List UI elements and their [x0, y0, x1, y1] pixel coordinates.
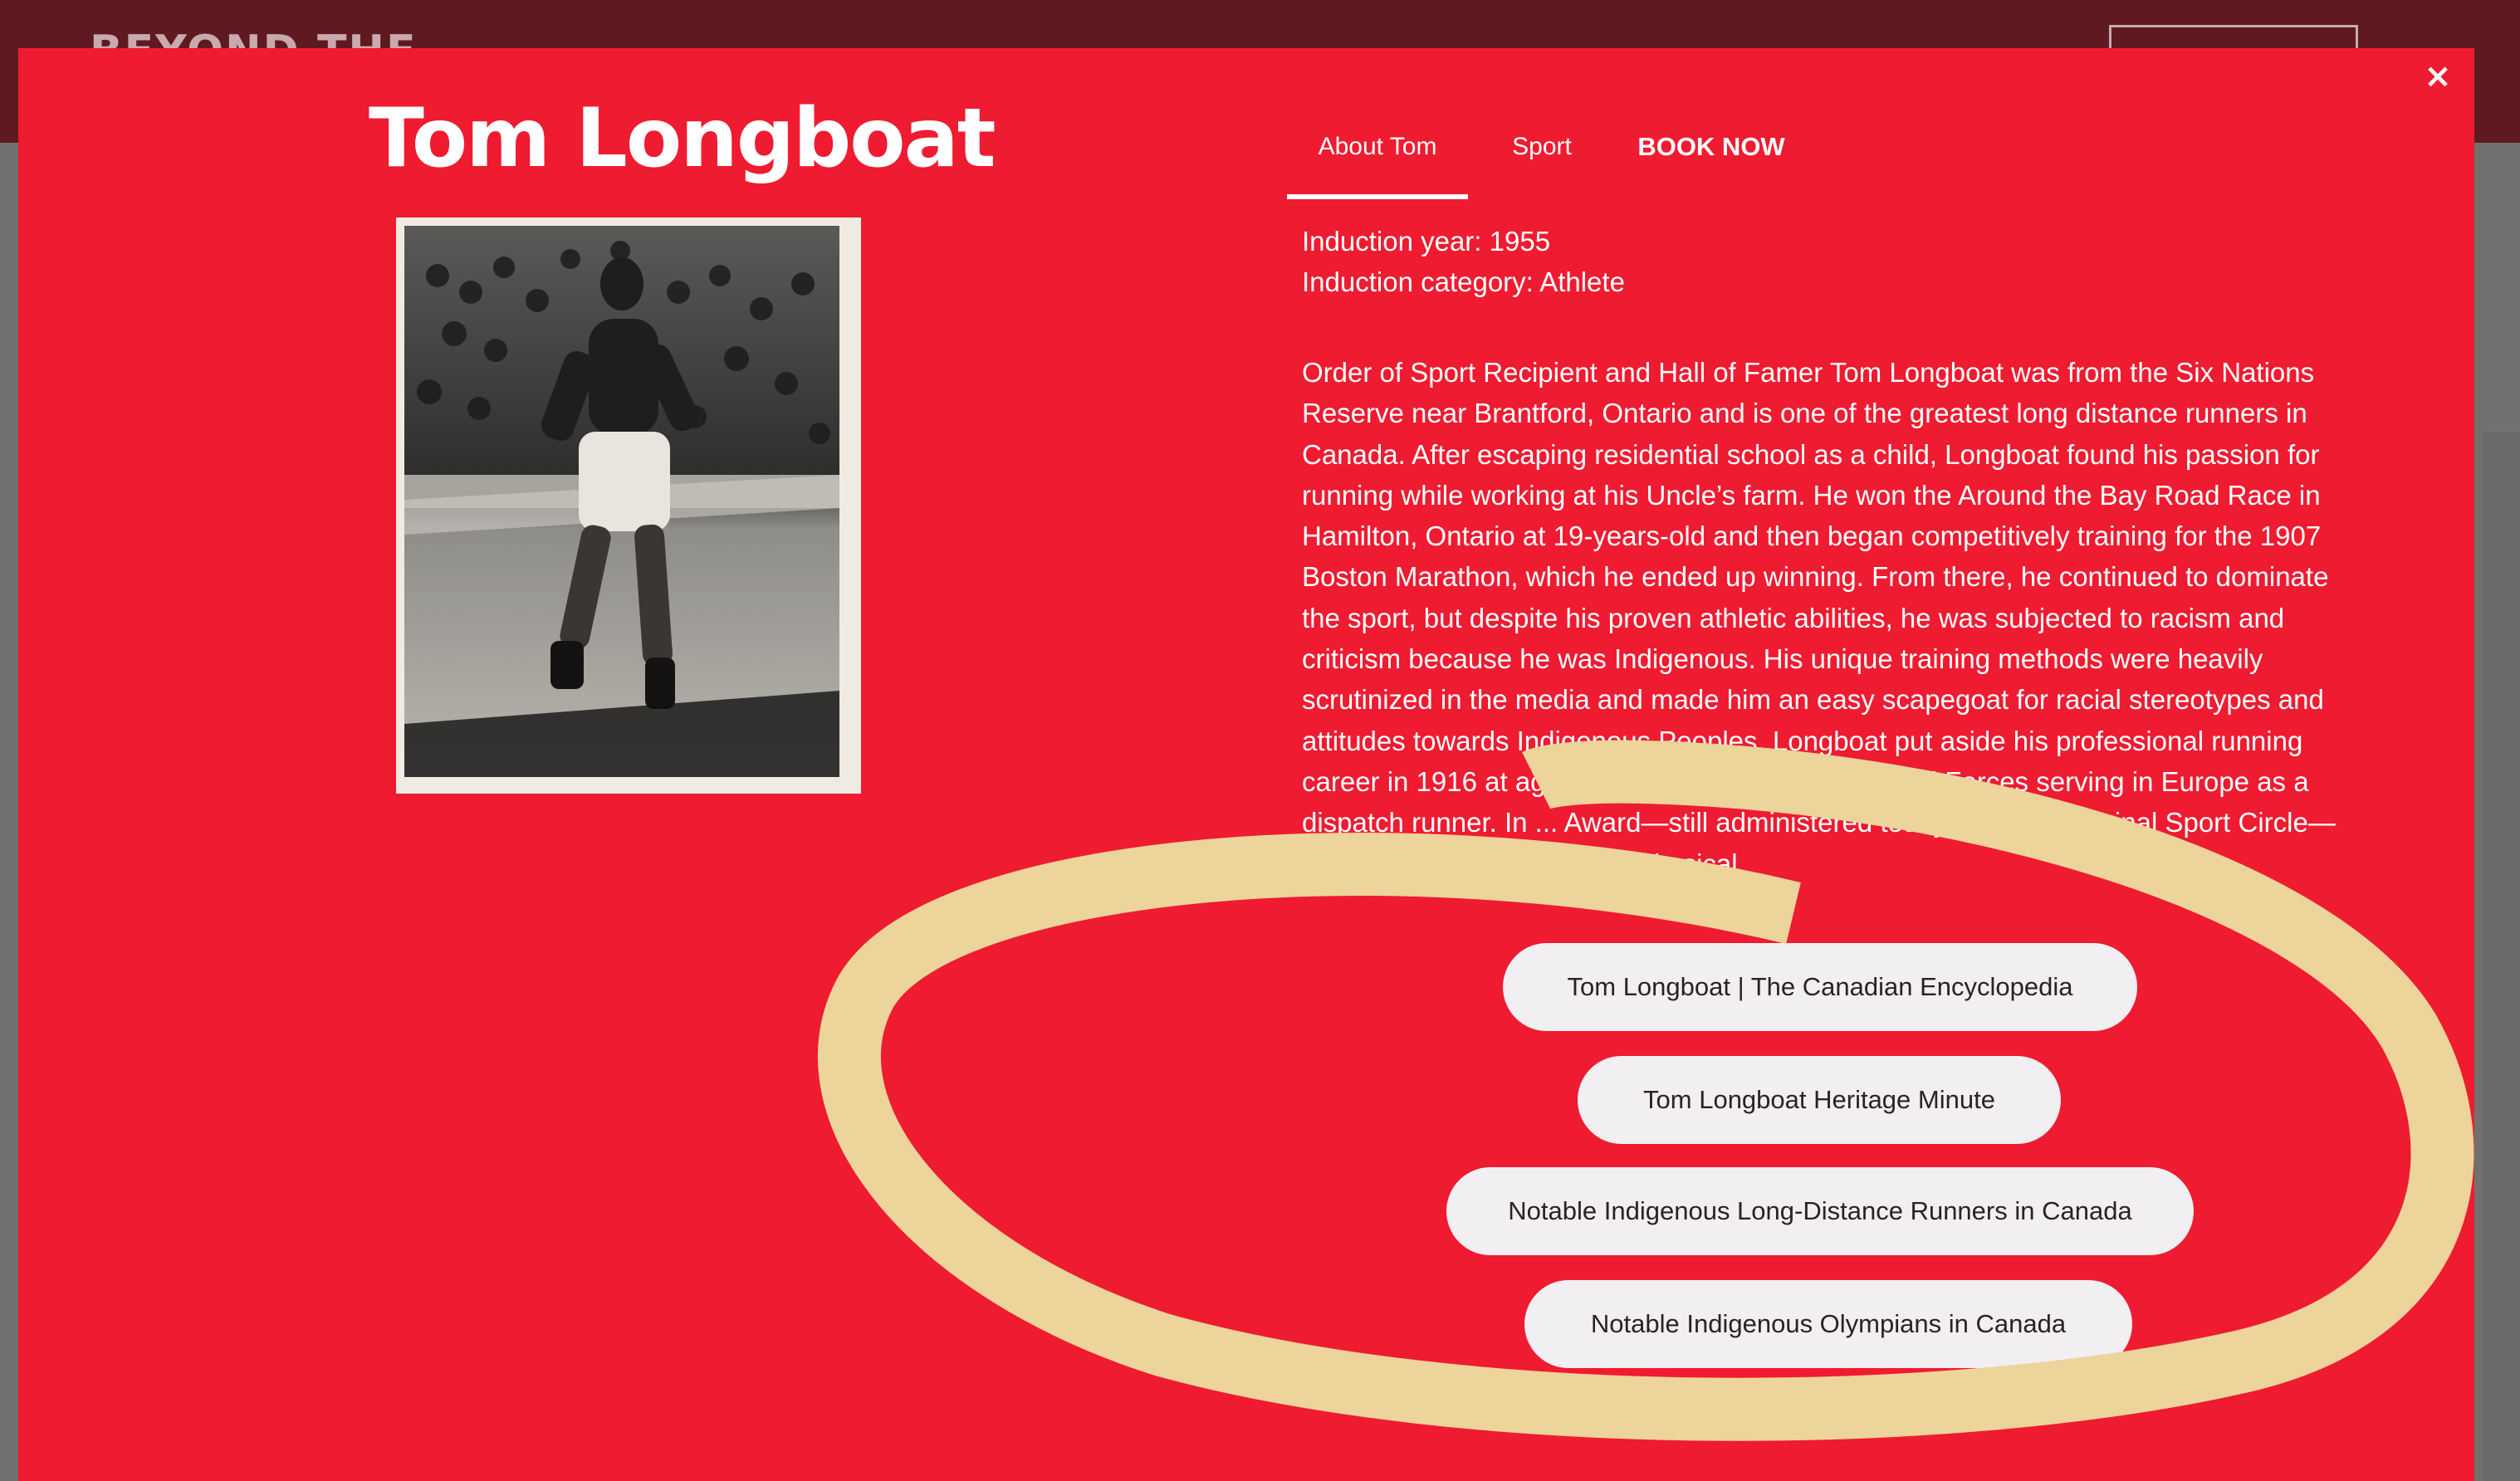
link-long-distance-runners[interactable]: Notable Indigenous Long-Distance Runners… [1446, 1167, 2194, 1255]
athlete-photo [396, 218, 861, 794]
link-canadian-encyclopedia[interactable]: Tom Longboat | The Canadian Encyclopedia [1503, 943, 2137, 1031]
induction-category: Induction category: Athlete [1302, 266, 1625, 297]
site-logo[interactable]: BEYOND THE WIN [90, 18, 521, 51]
tab-about[interactable]: About Tom [1287, 98, 1468, 201]
tab-sport[interactable]: Sport [1496, 98, 1588, 201]
athlete-bio: Order of Sport Recipient and Hall of Fam… [1302, 357, 2336, 879]
athlete-photo-image [404, 226, 839, 777]
induction-info: Induction year: 1955 Induction category:… [1302, 221, 2373, 302]
athlete-modal: × Tom Longboat About Tom Sport BOOK NOW … [18, 48, 2474, 1481]
link-indigenous-olympians[interactable]: Notable Indigenous Olympians in Canada [1524, 1280, 2132, 1368]
tab-book-now[interactable]: BOOK NOW [1616, 98, 1807, 201]
induction-year: Induction year: 1955 [1302, 226, 1551, 257]
link-heritage-minute[interactable]: Tom Longboat Heritage Minute [1578, 1056, 2061, 1144]
close-button[interactable]: × [2413, 51, 2463, 101]
page-scrollbar[interactable] [2483, 432, 2520, 1481]
active-tab-indicator [1287, 194, 1468, 199]
athlete-name: Tom Longboat [369, 91, 996, 186]
